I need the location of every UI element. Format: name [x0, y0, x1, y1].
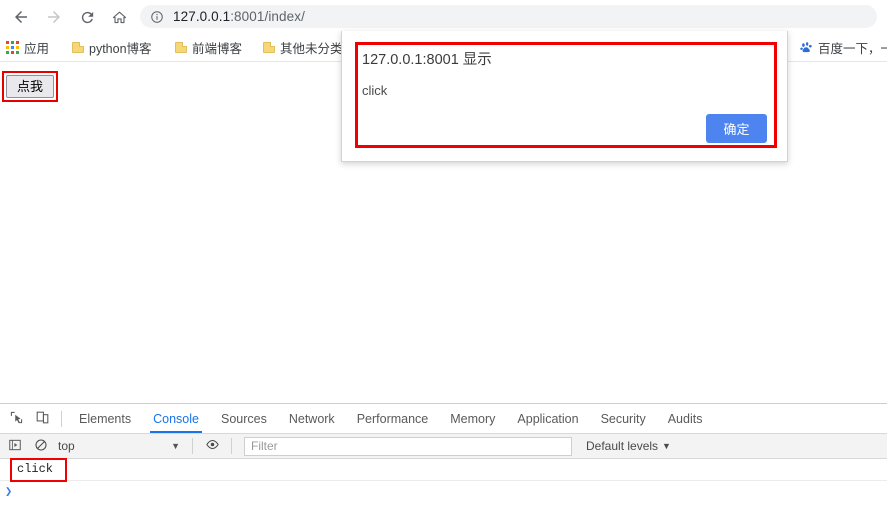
tab-label: Elements — [79, 411, 132, 426]
console-output-area[interactable]: click ❯ — [0, 458, 887, 509]
device-toolbar-icon — [35, 410, 50, 428]
bookmark-label: 前端博客 — [192, 41, 243, 56]
tab-label: Security — [600, 411, 646, 426]
folder-icon — [263, 41, 275, 53]
url-host: 127.0.0.1 — [173, 8, 231, 24]
arrow-right-icon — [45, 8, 63, 26]
console-message-row[interactable]: click — [0, 458, 887, 482]
filter-placeholder: Filter — [251, 439, 278, 453]
tab-audits[interactable]: Audits — [657, 404, 714, 433]
context-value: top — [58, 439, 75, 453]
tab-label: Network — [288, 411, 335, 426]
tab-label: Audits — [667, 411, 703, 426]
arrow-left-icon — [12, 8, 30, 26]
bookmark-apps[interactable]: 应用 — [6, 33, 49, 61]
baidu-paw-icon — [800, 41, 813, 54]
live-expression-eye-icon — [205, 437, 220, 455]
folder-icon — [175, 41, 187, 53]
tab-memory[interactable]: Memory — [439, 404, 506, 433]
bookmark-frontend-blog[interactable]: 前端博客 — [175, 33, 242, 61]
tab-elements[interactable]: Elements — [68, 404, 142, 433]
address-bar[interactable]: 127.0.0.1:8001/index/ — [140, 5, 877, 28]
dialog-message: click — [362, 83, 388, 98]
tab-sources[interactable]: Sources — [210, 404, 278, 433]
info-circle-icon[interactable] — [150, 10, 164, 24]
console-prompt-row[interactable]: ❯ — [0, 481, 887, 501]
bookmark-python-blog[interactable]: python博客 — [72, 33, 152, 61]
console-toolbar: top ▼ Filter Default levels ▼ — [0, 434, 887, 459]
tab-label: Application — [517, 411, 579, 426]
reload-button[interactable] — [74, 4, 100, 30]
dialog-title: 127.0.0.1:8001 显示 — [362, 52, 492, 68]
bookmark-label: python博客 — [89, 41, 152, 56]
tab-console[interactable]: Console — [142, 404, 210, 433]
tab-application[interactable]: Application — [506, 404, 589, 433]
chevron-down-icon: ▼ — [171, 441, 180, 451]
dialog-ok-button[interactable]: 确定 — [706, 114, 767, 143]
inspect-element-icon — [9, 410, 24, 428]
levels-value: Default levels — [586, 439, 659, 453]
bookmark-uncategorized[interactable]: 其他未分类 — [263, 33, 343, 61]
tab-performance[interactable]: Performance — [346, 404, 440, 433]
log-levels-select[interactable]: Default levels ▼ — [586, 439, 671, 453]
tab-label: Console — [153, 411, 199, 426]
bookmark-baidu[interactable]: 百度一下，一 — [800, 33, 887, 61]
devtools-tabbar: Elements Console Sources Network Perform… — [0, 404, 887, 434]
devtools-panel: Elements Console Sources Network Perform… — [0, 403, 887, 509]
console-message-text: click — [17, 462, 54, 476]
navigation-bar: 127.0.0.1:8001/index/ — [0, 0, 887, 33]
bookmark-label: 百度一下，一 — [818, 41, 887, 56]
execution-context-select[interactable]: top ▼ — [58, 437, 186, 456]
home-button[interactable] — [106, 4, 132, 30]
live-expression-button[interactable] — [199, 433, 225, 459]
bookmark-label: 应用 — [24, 41, 50, 56]
url-path: :8001/index/ — [230, 8, 305, 24]
toolbar-divider — [192, 438, 193, 454]
bookmark-label: 其他未分类 — [280, 41, 343, 56]
tab-network[interactable]: Network — [278, 404, 346, 433]
tab-label: Performance — [356, 411, 429, 426]
url-text: 127.0.0.1:8001/index/ — [173, 8, 305, 24]
tab-security[interactable]: Security — [590, 404, 657, 433]
folder-icon — [72, 41, 84, 53]
click-me-annotation-box: 点我 — [2, 71, 59, 102]
console-filter-input[interactable]: Filter — [244, 436, 572, 456]
tab-label: Sources — [220, 411, 267, 426]
home-icon — [111, 9, 128, 26]
device-toolbar-button[interactable] — [29, 406, 55, 432]
clear-console-icon — [34, 438, 48, 455]
execution-context-icon — [8, 438, 22, 455]
apps-grid-icon — [6, 40, 19, 54]
clear-console-button[interactable] — [28, 433, 54, 459]
reload-icon — [79, 9, 96, 26]
back-button[interactable] — [8, 4, 34, 30]
tab-label: Memory — [450, 411, 496, 426]
chevron-down-icon: ▼ — [662, 441, 671, 451]
toolbar-divider — [61, 410, 62, 427]
console-prompt-caret-icon: ❯ — [5, 484, 13, 499]
toolbar-divider — [231, 438, 232, 454]
click-me-button[interactable]: 点我 — [6, 75, 55, 98]
forward-button — [41, 4, 67, 30]
execution-context-button[interactable] — [2, 433, 28, 459]
inspect-element-button[interactable] — [3, 406, 29, 432]
